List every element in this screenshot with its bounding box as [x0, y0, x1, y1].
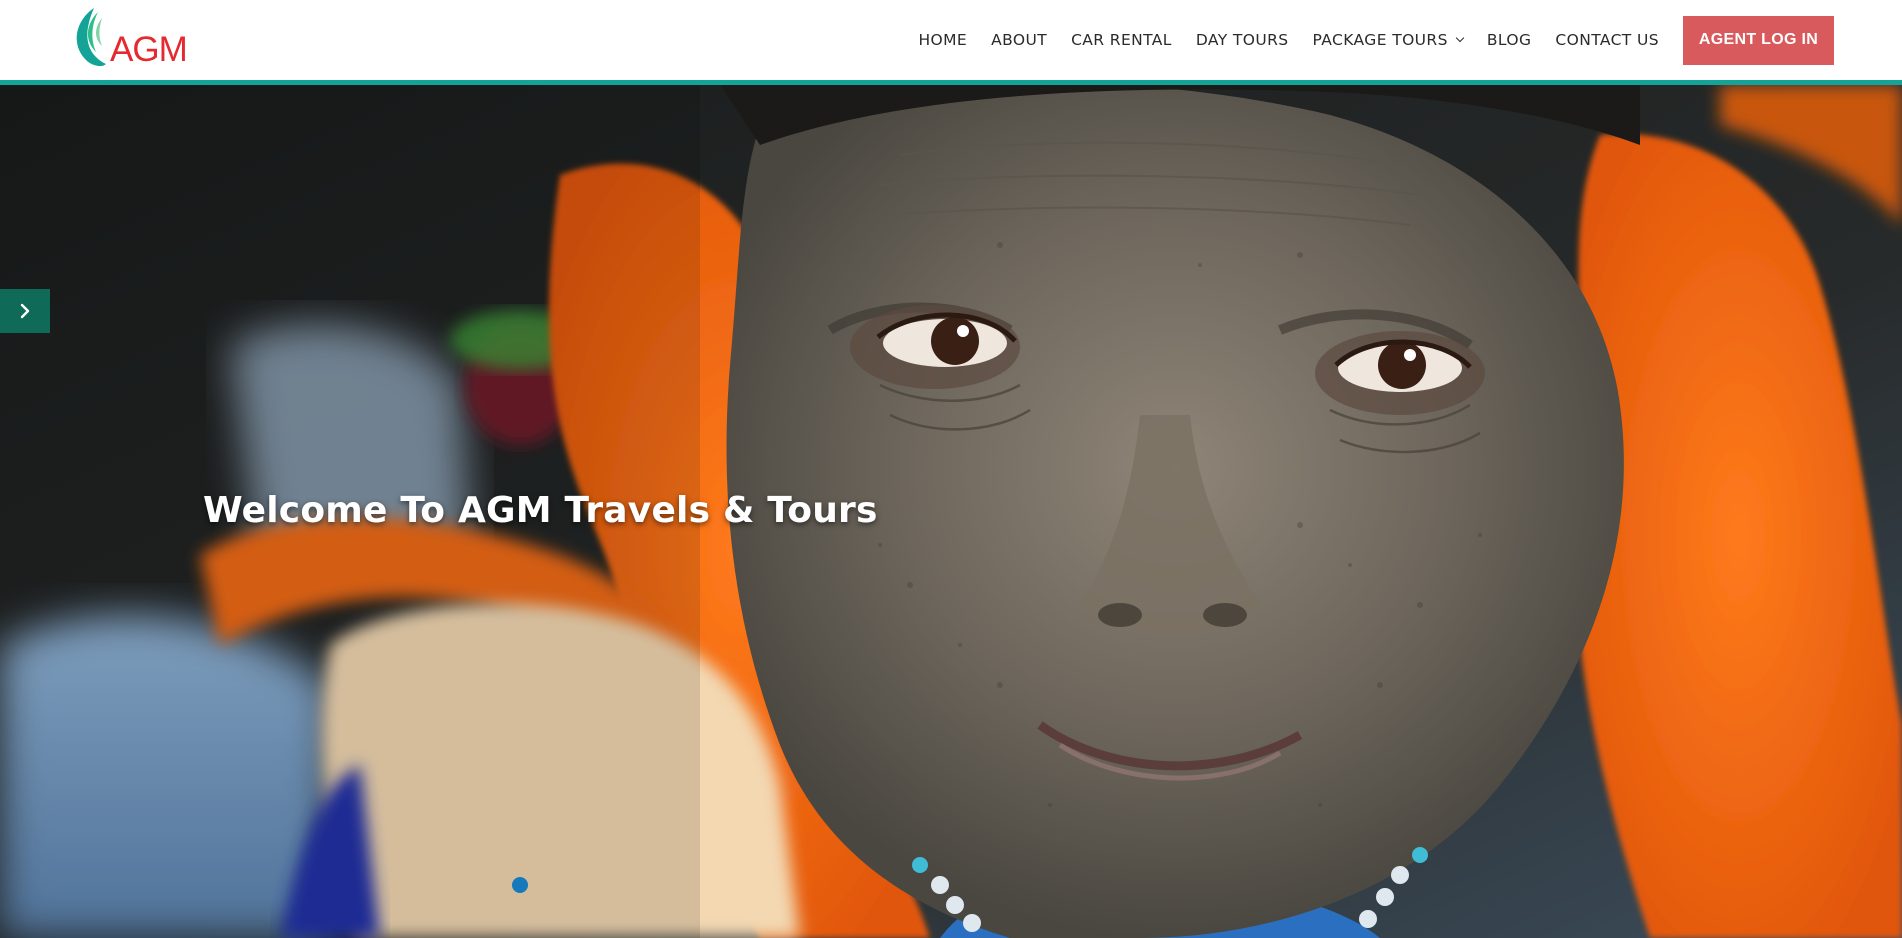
chevron-right-icon — [20, 303, 30, 319]
main-nav: HOME ABOUT CAR RENTAL DAY TOURS PACKAGE … — [918, 0, 1902, 80]
nav-contact-us[interactable]: CONTACT US — [1555, 31, 1659, 49]
nav-car-rental[interactable]: CAR RENTAL — [1071, 31, 1172, 49]
agent-login-button[interactable]: AGENT LOG IN — [1683, 15, 1834, 65]
slider-next-button[interactable] — [0, 289, 50, 333]
nav-package-tours[interactable]: PACKAGE TOURS — [1312, 31, 1465, 49]
hero-slider: Welcome To AGM Travels & Tours — [0, 85, 1902, 938]
chevron-down-icon — [1455, 33, 1465, 43]
nav-blog[interactable]: BLOG — [1487, 31, 1532, 49]
agm-logo[interactable]: AGM — [72, 6, 202, 72]
nav-about[interactable]: ABOUT — [991, 31, 1047, 49]
nav-home[interactable]: HOME — [918, 31, 967, 49]
nav-day-tours[interactable]: DAY TOURS — [1196, 31, 1289, 49]
logo-text: AGM — [110, 30, 188, 69]
hero-title: Welcome To AGM Travels & Tours — [203, 490, 878, 531]
site-header: AGM HOME ABOUT CAR RENTAL DAY TOURS PACK… — [0, 0, 1902, 80]
nav-package-tours-label: PACKAGE TOURS — [1312, 31, 1448, 49]
